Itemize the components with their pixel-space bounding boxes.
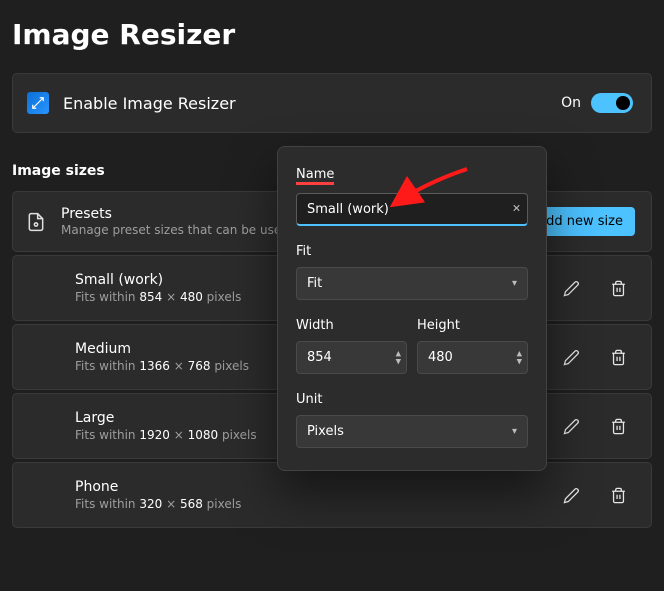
name-input[interactable]	[296, 193, 528, 226]
edit-button[interactable]	[559, 276, 584, 301]
unit-select[interactable]: Pixels ▾	[296, 415, 528, 448]
delete-button[interactable]	[606, 414, 631, 439]
size-dimensions: Fits within 1920 × 1080 pixels	[75, 428, 257, 442]
edit-button[interactable]	[559, 483, 584, 508]
popup-fit-label: Fit	[296, 244, 528, 259]
size-row: Phone Fits within 320 × 568 pixels	[12, 462, 652, 528]
size-name: Medium	[75, 341, 249, 357]
delete-button[interactable]	[606, 345, 631, 370]
spinner-arrows-icon[interactable]: ▲▼	[396, 350, 401, 365]
size-name: Large	[75, 410, 257, 426]
size-name: Small (work)	[75, 272, 241, 288]
presets-title: Presets	[61, 206, 296, 222]
edit-size-popup: Name Fit Fit ▾ Width 854 ▲▼ Height 480 ▲…	[277, 146, 547, 471]
presets-icon	[25, 211, 47, 233]
edit-button[interactable]	[559, 345, 584, 370]
edit-button[interactable]	[559, 414, 584, 439]
clear-name-button[interactable]	[511, 202, 522, 217]
delete-button[interactable]	[606, 276, 631, 301]
size-dimensions: Fits within 1366 × 768 pixels	[75, 359, 249, 373]
fit-value: Fit	[307, 276, 322, 291]
popup-height-label: Height	[417, 318, 528, 333]
enable-label: Enable Image Resizer	[63, 94, 236, 113]
chevron-down-icon: ▾	[512, 426, 517, 437]
delete-button[interactable]	[606, 483, 631, 508]
popup-unit-label: Unit	[296, 392, 528, 407]
presets-subtitle: Manage preset sizes that can be used i	[61, 223, 296, 237]
page-title: Image Resizer	[0, 0, 664, 73]
popup-name-label: Name	[296, 168, 334, 185]
spinner-arrows-icon[interactable]: ▲▼	[517, 350, 522, 365]
fit-select[interactable]: Fit ▾	[296, 267, 528, 300]
width-input[interactable]: 854	[296, 341, 407, 374]
enable-toggle[interactable]	[591, 93, 633, 113]
popup-width-label: Width	[296, 318, 407, 333]
chevron-down-icon: ▾	[512, 278, 517, 289]
size-name: Phone	[75, 479, 241, 495]
size-dimensions: Fits within 854 × 480 pixels	[75, 290, 241, 304]
enable-image-resizer-card: Enable Image Resizer On	[12, 73, 652, 133]
app-icon	[27, 92, 49, 114]
height-input[interactable]: 480	[417, 341, 528, 374]
unit-value: Pixels	[307, 424, 344, 439]
size-dimensions: Fits within 320 × 568 pixels	[75, 497, 241, 511]
toggle-state-text: On	[561, 95, 581, 111]
